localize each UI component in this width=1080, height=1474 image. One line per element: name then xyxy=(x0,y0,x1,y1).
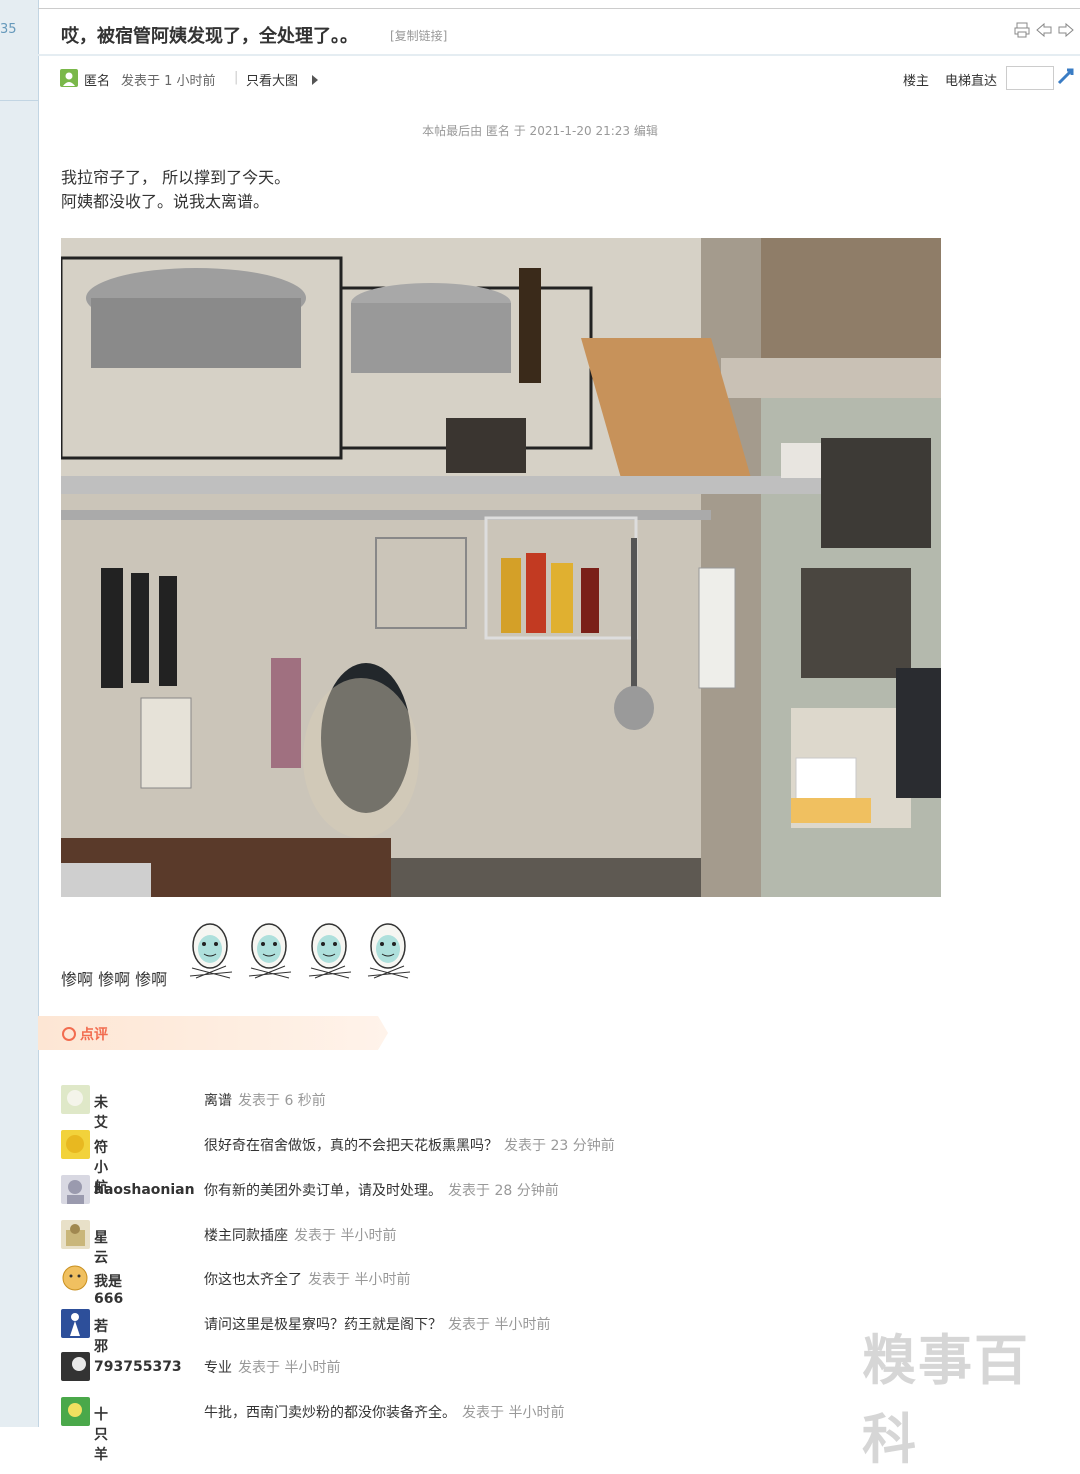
avatar[interactable] xyxy=(61,1309,90,1338)
post-body: 我拉帘子了， 所以撑到了今天。 阿姨都没收了。说我太离谱。 xyxy=(61,166,290,214)
comment-text: 你有新的美团外卖订单，请及时处理。 xyxy=(204,1183,442,1199)
post-time: 发表于 1 小时前 xyxy=(121,74,216,89)
comment-user[interactable]: 十只羊 xyxy=(94,1404,108,1464)
comment-time: 发表于 28 分钟前 xyxy=(448,1183,559,1199)
thread-title: 哎，被宿管阿姨发现了，全处理了。。 xyxy=(61,26,358,47)
rating-label: 点评 xyxy=(80,1027,108,1043)
separator: | xyxy=(234,70,239,85)
play-arrow-icon[interactable] xyxy=(312,75,318,85)
author-name[interactable]: 匿名 xyxy=(84,70,110,89)
floor-jump-label: 电梯直达 xyxy=(945,74,998,89)
print-icon[interactable] xyxy=(1014,22,1030,38)
comment-user[interactable]: 星云 xyxy=(94,1227,108,1267)
post-line: 阿姨都没收了。说我太离谱。 xyxy=(61,192,270,211)
only-pics-link[interactable]: 只看大图 xyxy=(246,70,298,89)
avatar[interactable] xyxy=(61,1175,90,1204)
top-divider xyxy=(38,8,1080,9)
comment-body: 离谱 发表于 6 秒前 xyxy=(204,1090,326,1110)
avatar[interactable] xyxy=(61,1397,90,1426)
comment-time: 发表于 半小时前 xyxy=(308,1272,411,1288)
meme-face-icon xyxy=(186,920,236,982)
comment-body: 你这也太齐全了 发表于 半小时前 xyxy=(204,1269,410,1289)
comment-user[interactable]: 若邪 xyxy=(94,1316,108,1356)
avatar[interactable] xyxy=(61,1264,90,1293)
strip-divider xyxy=(0,100,38,101)
comment-text: 楼主同款插座 xyxy=(204,1228,288,1244)
avatar[interactable] xyxy=(61,1085,90,1114)
post-line: 我拉帘子了， 所以撑到了今天。 xyxy=(61,168,291,187)
comment-body: 楼主同款插座 发表于 半小时前 xyxy=(204,1225,396,1245)
avatar[interactable] xyxy=(61,1130,90,1159)
meme-face-icon xyxy=(245,920,295,982)
dorm-kitchen-photo xyxy=(61,238,941,897)
comment-time: 发表于 半小时前 xyxy=(448,1317,551,1333)
meme-face-icon xyxy=(364,920,414,982)
comment-time: 发表于 半小时前 xyxy=(238,1360,341,1376)
cheer-text: 惨啊 惨啊 惨啊 xyxy=(61,970,168,989)
comment-text: 很好奇在宿舍做饭，真的不会把天花板熏黑吗？ xyxy=(204,1138,498,1154)
floor-jump-input[interactable] xyxy=(1006,66,1054,90)
edit-note: 本帖最后由 匿名 于 2021-1-20 21:23 编辑 xyxy=(422,124,658,138)
comment-body: 牛批，西南门卖炒粉的都没你装备齐全。 发表于 半小时前 xyxy=(204,1402,564,1422)
meme-face-icon xyxy=(305,920,355,982)
rating-circle-icon xyxy=(62,1027,76,1041)
comment-text: 你这也太齐全了 xyxy=(204,1272,302,1288)
left-floor-strip: 35 xyxy=(0,0,39,1427)
comment-time: 发表于 6 秒前 xyxy=(238,1093,326,1109)
comment-user[interactable]: 793755373 xyxy=(94,1359,182,1375)
op-label: 楼主 xyxy=(903,74,930,89)
user-icon xyxy=(60,69,78,87)
floor-number: 35 xyxy=(0,22,17,37)
copy-link-button[interactable]: [复制链接] xyxy=(390,27,447,44)
comment-body: 专业 发表于 半小时前 xyxy=(204,1357,340,1377)
comment-body: 请问这里是极星寮吗？药王就是阁下？ 发表于 半小时前 xyxy=(204,1314,550,1334)
watermark-logo: 糗事百科 xyxy=(862,1329,1030,1471)
comment-text: 牛批，西南门卖炒粉的都没你装备齐全。 xyxy=(204,1405,456,1421)
comment-body: 你有新的美团外卖订单，请及时处理。 发表于 28 分钟前 xyxy=(204,1180,559,1200)
post-photo[interactable] xyxy=(61,238,941,897)
comment-user[interactable]: 未艾 xyxy=(94,1092,108,1132)
comment-user[interactable]: 我是666 xyxy=(94,1271,123,1307)
comment-time: 发表于 半小时前 xyxy=(294,1228,397,1244)
comment-text: 离谱 xyxy=(204,1093,232,1109)
thread-header: 哎，被宿管阿姨发现了，全处理了。。 [复制链接] xyxy=(38,10,1080,56)
next-thread-icon[interactable] xyxy=(1058,22,1074,38)
avatar[interactable] xyxy=(61,1352,90,1381)
comment-time: 发表于 半小时前 xyxy=(462,1405,565,1421)
comment-user[interactable]: haoshaonian xyxy=(94,1182,195,1198)
author-bar: 匿名 发表于 1 小时前 | 只看大图 楼主 电梯直达 xyxy=(60,66,1080,90)
go-arrow-icon[interactable] xyxy=(1056,66,1076,90)
previous-thread-icon[interactable] xyxy=(1036,22,1052,38)
comment-body: 很好奇在宿舍做饭，真的不会把天花板熏黑吗？ 发表于 23 分钟前 xyxy=(204,1135,615,1155)
comment-time: 发表于 23 分钟前 xyxy=(504,1138,615,1154)
avatar[interactable] xyxy=(61,1220,90,1249)
thread-tools xyxy=(1014,22,1074,38)
comment-text: 专业 xyxy=(204,1360,232,1376)
comment-text: 请问这里是极星寮吗？药王就是阁下？ xyxy=(204,1317,442,1333)
